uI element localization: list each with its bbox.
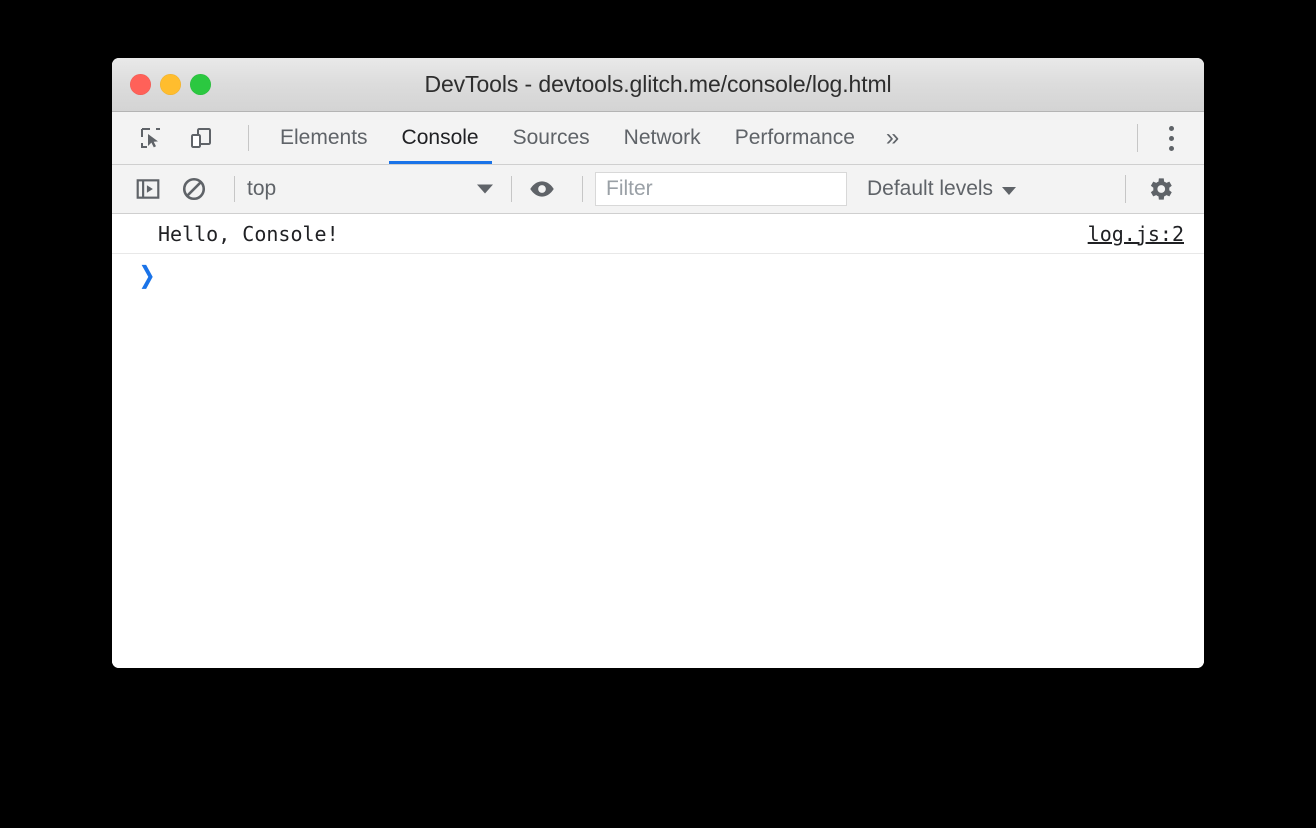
execution-context-select[interactable]: top (247, 173, 499, 205)
filter-input[interactable]: Filter (595, 172, 847, 206)
clear-console-icon[interactable] (176, 171, 212, 207)
console-toolbar-divider-2 (511, 176, 512, 202)
console-message-text: Hello, Console! (158, 221, 339, 246)
kebab-menu-icon[interactable] (1154, 121, 1188, 155)
console-prompt-row[interactable]: ❯ (112, 254, 1204, 296)
live-expression-eye-icon[interactable] (524, 171, 560, 207)
tab-network[interactable]: Network (607, 112, 718, 164)
log-levels-label: Default levels (867, 177, 994, 200)
console-toolbar-divider-1 (234, 176, 235, 202)
console-message-source-link[interactable]: log.js:2 (1088, 222, 1184, 246)
console-sidebar-icon[interactable] (130, 171, 166, 207)
tab-elements[interactable]: Elements (263, 112, 385, 164)
tabbar-right-group (1121, 121, 1204, 155)
console-message-row[interactable]: Hello, Console! log.js:2 (112, 214, 1204, 254)
minimize-button[interactable] (160, 74, 181, 95)
chevron-down-icon (477, 184, 493, 194)
console-toolbar: top Filter Default levels (112, 165, 1204, 214)
console-prompt-input[interactable] (157, 254, 1204, 296)
prompt-chevron-icon: ❯ (138, 261, 156, 289)
console-toolbar-right-group (1109, 171, 1204, 207)
devtools-window: DevTools - devtools.glitch.me/console/lo… (112, 58, 1204, 668)
screen: DevTools - devtools.glitch.me/console/lo… (0, 0, 1316, 828)
gear-icon[interactable] (1142, 171, 1178, 207)
tab-console[interactable]: Console (385, 112, 496, 164)
tabbar-right-divider (1137, 124, 1138, 152)
execution-context-value: top (247, 177, 277, 200)
tabbar-icon-group (112, 121, 263, 155)
window-titlebar: DevTools - devtools.glitch.me/console/lo… (112, 58, 1204, 112)
inspect-element-icon[interactable] (134, 121, 168, 155)
console-toolbar-divider-3 (582, 176, 583, 202)
filter-placeholder: Filter (606, 177, 653, 200)
tab-sources[interactable]: Sources (496, 112, 607, 164)
maximize-button[interactable] (190, 74, 211, 95)
panel-tabs: Elements Console Sources Network Perform… (263, 112, 913, 164)
more-tabs-chevron-icon[interactable]: » (872, 112, 913, 164)
close-button[interactable] (130, 74, 151, 95)
console-toolbar-divider-4 (1125, 175, 1126, 203)
tabbar-divider (248, 125, 249, 151)
log-levels-dropdown[interactable]: Default levels (867, 177, 1017, 201)
window-controls (130, 58, 211, 111)
device-toolbar-icon[interactable] (184, 121, 218, 155)
tab-performance[interactable]: Performance (718, 112, 872, 164)
chevron-down-icon (1002, 187, 1017, 195)
console-output: Hello, Console! log.js:2 ❯ (112, 214, 1204, 668)
devtools-tabbar: Elements Console Sources Network Perform… (112, 112, 1204, 165)
window-title: DevTools - devtools.glitch.me/console/lo… (424, 71, 892, 97)
